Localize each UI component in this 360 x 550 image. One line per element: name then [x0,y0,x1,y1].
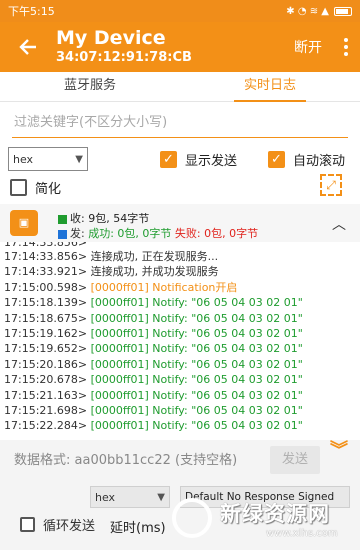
watermark-url: www.xlhs.com [266,528,338,539]
watermark-logo-icon [172,498,212,538]
checkbox-checked-icon: ✓ [268,150,285,168]
log-timestamp: 17:14:33.856> [4,242,88,249]
send-format-value: hex [95,490,116,504]
chevron-down-icon: ▼ [75,153,83,165]
recv-stats: 收: 9包, 54字节 [58,210,149,226]
log-timestamp: 17:15:18.139> [4,296,88,310]
log-timestamp: 17:15:19.162> [4,326,88,340]
watermark: 新绿资源网 www.xlhs.com [170,492,356,546]
log-list[interactable]: 17:14:33.856> 17:14:33.856> 连接成功, 正在发现服务… [0,242,360,438]
checkbox-unchecked-icon [20,517,35,532]
log-message: [0000ff01] Notify: "06 05 04 03 02 01" [90,403,303,417]
app-bar: My Device 34:07:12:91:78:CB 断开 [0,22,360,72]
log-row: 17:14:33.921> 连接成功, 并成功发现服务 [0,264,360,279]
checkbox-unchecked-icon [10,178,27,196]
tab-bar: 蓝牙服务 实时日志 [0,72,360,102]
disconnect-button[interactable]: 断开 [284,37,332,57]
more-vert-icon[interactable] [332,38,360,56]
loop-send-label: 循环发送 [43,519,96,534]
log-message: [0000ff01] Notify: "06 05 04 03 02 01" [90,326,303,340]
log-timestamp: 17:15:20.186> [4,357,88,371]
log-timestamp: 17:15:19.652> [4,342,88,356]
log-message: [0000ff01] Notify: "06 05 04 03 02 01" [90,342,303,356]
loop-send-checkbox[interactable]: 循环发送 [20,515,95,534]
log-message: [0000ff01] Notify: "06 05 04 03 02 01" [90,357,303,371]
device-name: My Device [56,27,166,49]
delay-label: 延时(ms) [110,521,166,536]
chevron-down-icon: ▼ [157,491,165,503]
log-row: 17:15:20.186> [0000ff01] Notify: "06 05 … [0,357,360,372]
log-message: [0000ff01] Notify: "06 05 04 03 02 01" [90,296,303,310]
log-row: 17:15:20.678> [0000ff01] Notify: "06 05 … [0,372,360,387]
log-message: [0000ff01] Notify: "06 05 04 03 02 01" [90,373,303,387]
battery-icon [334,6,352,16]
log-row: 17:15:21.163> [0000ff01] Notify: "06 05 … [0,388,360,403]
recv-stats-text: 收: 9包, 54字节 [70,212,150,225]
log-message: [0000ff01] Notify: "06 05 04 03 02 01" [90,419,303,433]
log-timestamp: 17:15:20.678> [4,373,88,387]
log-row-partial: 17:14:33.856> [0,242,360,249]
title-block: My Device 34:07:12:91:78:CB [56,27,284,67]
log-stats-icon[interactable]: ▣ [10,210,38,236]
log-row: 17:15:22.284> [0000ff01] Notify: "06 05 … [0,418,360,433]
log-row: 17:15:18.675> [0000ff01] Notify: "06 05 … [0,311,360,326]
auto-scroll-label: 自动滚动 [293,153,346,169]
log-row: 17:14:33.856> 连接成功, 正在发现服务... [0,249,360,264]
device-address: 34:07:12:91:78:CB [56,50,192,65]
log-timestamp: 17:15:00.598> [4,280,88,294]
log-message: [0000ff01] Notify: "06 05 04 03 02 01" [90,388,303,402]
log-timestamp: 17:15:21.698> [4,403,88,417]
recv-legend-swatch [58,214,67,224]
simplify-label: 简化 [35,181,62,197]
simplify-checkbox[interactable]: 简化 [10,176,61,198]
send-legend-swatch [58,229,67,239]
log-message: [0000ff01] Notification开启 [90,280,238,294]
format-select[interactable]: hex ▼ [8,147,88,171]
log-message: 连接成功, 并成功发现服务 [90,265,219,279]
log-row: 17:15:19.652> [0000ff01] Notify: "06 05 … [0,341,360,356]
log-row: 17:15:18.139> [0000ff01] Notify: "06 05 … [0,295,360,310]
chevron-up-icon[interactable]: ︿ [332,214,346,234]
log-timestamp: 17:15:22.284> [4,419,88,433]
log-row: 17:15:00.598> [0000ff01] Notification开启 [0,280,360,295]
log-timestamp: 17:15:21.163> [4,388,88,402]
status-bar: 下午5:15 ✱ ◔ ≋ ▲ [0,0,360,22]
show-send-label: 显示发送 [185,153,238,169]
send-data-input[interactable]: 数据格式: aa00bb11cc22 (支持空格) [14,448,264,474]
send-button[interactable]: 发送 [270,446,320,474]
send-fail-text: 失败: 0包, 0字节 [174,227,259,240]
log-timestamp: 17:14:33.856> [4,250,88,263]
watermark-text: 新绿资源网 [220,502,330,526]
status-icon-glyphs: ✱ ◔ ≋ ▲ [286,5,329,17]
status-icons: ✱ ◔ ≋ ▲ [286,6,352,17]
options-row: hex ▼ ✓ 显示发送 ✓ 自动滚动 [8,146,354,172]
filter-input[interactable]: 过滤关键字(不区分大小写) [12,108,348,138]
log-row: 17:15:19.162> [0000ff01] Notify: "06 05 … [0,326,360,341]
stats-bar: ▣ 收: 9包, 54字节 发: 成功: 0包, 0字节 失败: 0包, 0字节… [0,204,360,242]
auto-scroll-checkbox[interactable]: ✓ 自动滚动 [268,150,345,169]
send-stats: 发: 成功: 0包, 0字节 失败: 0包, 0字节 [58,225,258,241]
double-chevron-down-icon[interactable]: ︾ [330,442,348,460]
tab-realtime-log[interactable]: 实时日志 [180,72,360,102]
log-timestamp: 17:14:33.921> [4,265,88,279]
send-format-select[interactable]: hex ▼ [90,486,170,508]
send-success-text: 成功: 0包, 0字节 [88,227,172,240]
send-stats-prefix: 发: [70,227,85,240]
fullscreen-icon[interactable]: ⤢ [320,174,342,196]
log-message: 连接成功, 正在发现服务... [90,250,219,263]
log-row: 17:15:21.698> [0000ff01] Notify: "06 05 … [0,403,360,418]
back-arrow-icon[interactable] [0,22,56,72]
status-time: 下午5:15 [8,5,55,18]
log-message: [0000ff01] Notify: "06 05 04 03 02 01" [90,311,303,325]
show-send-checkbox[interactable]: ✓ 显示发送 [160,150,237,169]
tab-ble-services[interactable]: 蓝牙服务 [0,72,180,101]
log-timestamp: 17:15:18.675> [4,311,88,325]
checkbox-checked-icon: ✓ [160,150,177,168]
format-select-value: hex [13,152,34,166]
